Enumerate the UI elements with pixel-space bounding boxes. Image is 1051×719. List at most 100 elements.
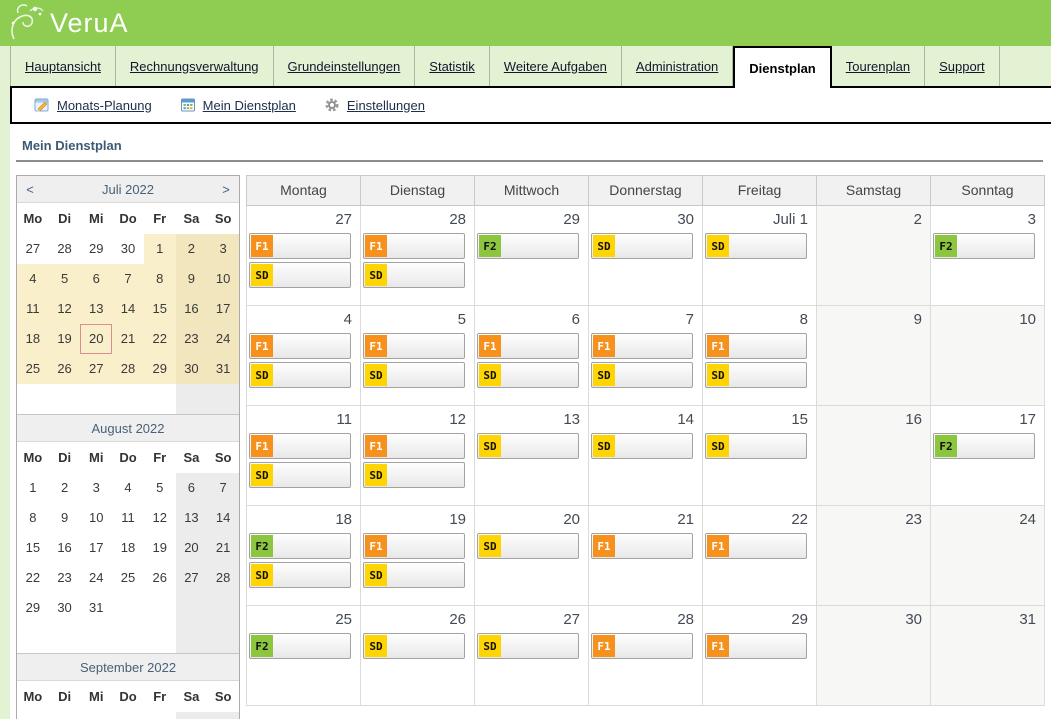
main-day-cell[interactable]: 6F1SD bbox=[475, 306, 589, 406]
main-day-cell[interactable]: 13SD bbox=[475, 406, 589, 506]
shift-entry[interactable]: F1 bbox=[249, 233, 351, 259]
main-day-cell[interactable]: 25F2 bbox=[247, 606, 361, 706]
main-day-cell[interactable]: 29F2 bbox=[475, 206, 589, 306]
mini-day-cell[interactable]: 11 bbox=[112, 503, 144, 533]
mini-day-cell[interactable]: 24 bbox=[80, 563, 112, 593]
mini-day-cell[interactable]: 31 bbox=[207, 354, 239, 384]
mini-day-cell[interactable]: 26 bbox=[49, 354, 81, 384]
mini-day-cell[interactable]: 30 bbox=[112, 234, 144, 264]
shift-entry[interactable]: SD bbox=[477, 533, 579, 559]
mini-day-cell[interactable]: 12 bbox=[144, 503, 176, 533]
shift-entry[interactable]: SD bbox=[249, 362, 351, 388]
mini-day-cell[interactable]: 15 bbox=[17, 533, 49, 563]
main-day-cell[interactable]: 27F1SD bbox=[247, 206, 361, 306]
mini-day-cell[interactable]: 5 bbox=[49, 264, 81, 294]
mini-day-cell[interactable]: 2 bbox=[144, 712, 176, 719]
shift-entry[interactable]: SD bbox=[705, 362, 807, 388]
mini-day-cell[interactable]: 17 bbox=[207, 294, 239, 324]
mini-day-cell[interactable]: 8 bbox=[144, 264, 176, 294]
mini-day-cell[interactable]: 30 bbox=[49, 593, 81, 623]
main-day-cell[interactable]: 11F1SD bbox=[247, 406, 361, 506]
main-day-cell[interactable]: 27SD bbox=[475, 606, 589, 706]
main-day-cell[interactable]: 12F1SD bbox=[361, 406, 475, 506]
shift-entry[interactable]: SD bbox=[591, 362, 693, 388]
mini-day-cell[interactable]: 2 bbox=[49, 473, 81, 503]
main-day-cell[interactable]: 18F2SD bbox=[247, 506, 361, 606]
main-day-cell[interactable]: 23 bbox=[817, 506, 931, 606]
mini-day-cell[interactable]: 10 bbox=[80, 503, 112, 533]
shift-entry[interactable]: SD bbox=[705, 233, 807, 259]
mini-day-cell[interactable]: 28 bbox=[207, 563, 239, 593]
main-day-cell[interactable]: Juli 1SD bbox=[703, 206, 817, 306]
mini-day-cell[interactable]: 4 bbox=[207, 712, 239, 719]
next-month-arrow[interactable]: > bbox=[213, 182, 239, 197]
main-day-cell[interactable]: 14SD bbox=[589, 406, 703, 506]
mini-day-cell[interactable]: 28 bbox=[49, 234, 81, 264]
mini-day-cell[interactable]: 29 bbox=[80, 234, 112, 264]
mini-day-cell[interactable]: 10 bbox=[207, 264, 239, 294]
shift-entry[interactable]: SD bbox=[363, 262, 465, 288]
shift-entry[interactable]: F1 bbox=[705, 333, 807, 359]
shift-entry[interactable]: SD bbox=[363, 462, 465, 488]
main-day-cell[interactable]: 21F1 bbox=[589, 506, 703, 606]
mini-day-cell[interactable]: 15 bbox=[144, 294, 176, 324]
mini-day-cell[interactable]: 18 bbox=[17, 324, 49, 354]
main-day-cell[interactable]: 5F1SD bbox=[361, 306, 475, 406]
shift-entry[interactable]: SD bbox=[363, 562, 465, 588]
main-day-cell[interactable]: 30SD bbox=[589, 206, 703, 306]
mini-day-cell[interactable]: 9 bbox=[176, 264, 208, 294]
shift-entry[interactable]: SD bbox=[591, 433, 693, 459]
subnav-item-einstellungen[interactable]: Einstellungen bbox=[324, 97, 425, 113]
shift-entry[interactable]: F1 bbox=[591, 333, 693, 359]
mini-day-cell[interactable]: 27 bbox=[80, 354, 112, 384]
mini-day-cell[interactable]: 3 bbox=[80, 473, 112, 503]
shift-entry[interactable]: F1 bbox=[591, 633, 693, 659]
mini-day-cell[interactable]: 14 bbox=[207, 503, 239, 533]
shift-entry[interactable]: F2 bbox=[249, 633, 351, 659]
shift-entry[interactable]: F1 bbox=[363, 233, 465, 259]
mini-day-cell[interactable]: 2 bbox=[176, 234, 208, 264]
shift-entry[interactable]: SD bbox=[363, 633, 465, 659]
tab-dienstplan[interactable]: Dienstplan bbox=[733, 46, 831, 88]
mini-day-cell[interactable]: 7 bbox=[112, 264, 144, 294]
main-day-cell[interactable]: 24 bbox=[931, 506, 1045, 606]
mini-day-cell[interactable]: 30 bbox=[176, 354, 208, 384]
main-day-cell[interactable]: 17F2 bbox=[931, 406, 1045, 506]
main-day-cell[interactable]: 19F1SD bbox=[361, 506, 475, 606]
main-day-cell[interactable]: 22F1 bbox=[703, 506, 817, 606]
shift-entry[interactable]: F2 bbox=[249, 533, 351, 559]
mini-day-cell[interactable]: 29 bbox=[17, 593, 49, 623]
mini-day-cell[interactable]: 20 bbox=[80, 324, 112, 354]
shift-entry[interactable]: F1 bbox=[705, 533, 807, 559]
main-day-cell[interactable]: 8F1SD bbox=[703, 306, 817, 406]
tab-grundeinstellungen[interactable]: Grundeinstellungen bbox=[274, 46, 416, 86]
main-day-cell[interactable]: 15SD bbox=[703, 406, 817, 506]
shift-entry[interactable]: F1 bbox=[249, 433, 351, 459]
mini-day-cell[interactable]: 29 bbox=[144, 354, 176, 384]
tab-weitere-aufgaben[interactable]: Weitere Aufgaben bbox=[490, 46, 622, 86]
mini-day-cell[interactable]: 20 bbox=[176, 533, 208, 563]
shift-entry[interactable]: F2 bbox=[477, 233, 579, 259]
mini-day-cell[interactable]: 3 bbox=[207, 234, 239, 264]
shift-entry[interactable]: F1 bbox=[591, 533, 693, 559]
subnav-item-mein-dienstplan[interactable]: Mein Dienstplan bbox=[180, 97, 296, 113]
shift-entry[interactable]: F1 bbox=[705, 633, 807, 659]
mini-day-cell[interactable]: 16 bbox=[176, 294, 208, 324]
main-day-cell[interactable]: 10 bbox=[931, 306, 1045, 406]
shift-entry[interactable]: F1 bbox=[363, 333, 465, 359]
shift-entry[interactable]: F1 bbox=[363, 533, 465, 559]
main-day-cell[interactable]: 16 bbox=[817, 406, 931, 506]
tab-hauptansicht[interactable]: Hauptansicht bbox=[10, 46, 116, 86]
shift-entry[interactable]: F2 bbox=[933, 233, 1035, 259]
main-day-cell[interactable]: 26SD bbox=[361, 606, 475, 706]
mini-day-cell[interactable]: 11 bbox=[17, 294, 49, 324]
mini-day-cell[interactable]: 25 bbox=[17, 354, 49, 384]
shift-entry[interactable]: SD bbox=[477, 633, 579, 659]
tab-support[interactable]: Support bbox=[925, 46, 1000, 86]
shift-entry[interactable]: F1 bbox=[363, 433, 465, 459]
shift-entry[interactable]: SD bbox=[591, 233, 693, 259]
shift-entry[interactable]: SD bbox=[249, 562, 351, 588]
mini-day-cell[interactable]: 22 bbox=[144, 324, 176, 354]
main-day-cell[interactable]: 4F1SD bbox=[247, 306, 361, 406]
shift-entry[interactable]: SD bbox=[477, 433, 579, 459]
